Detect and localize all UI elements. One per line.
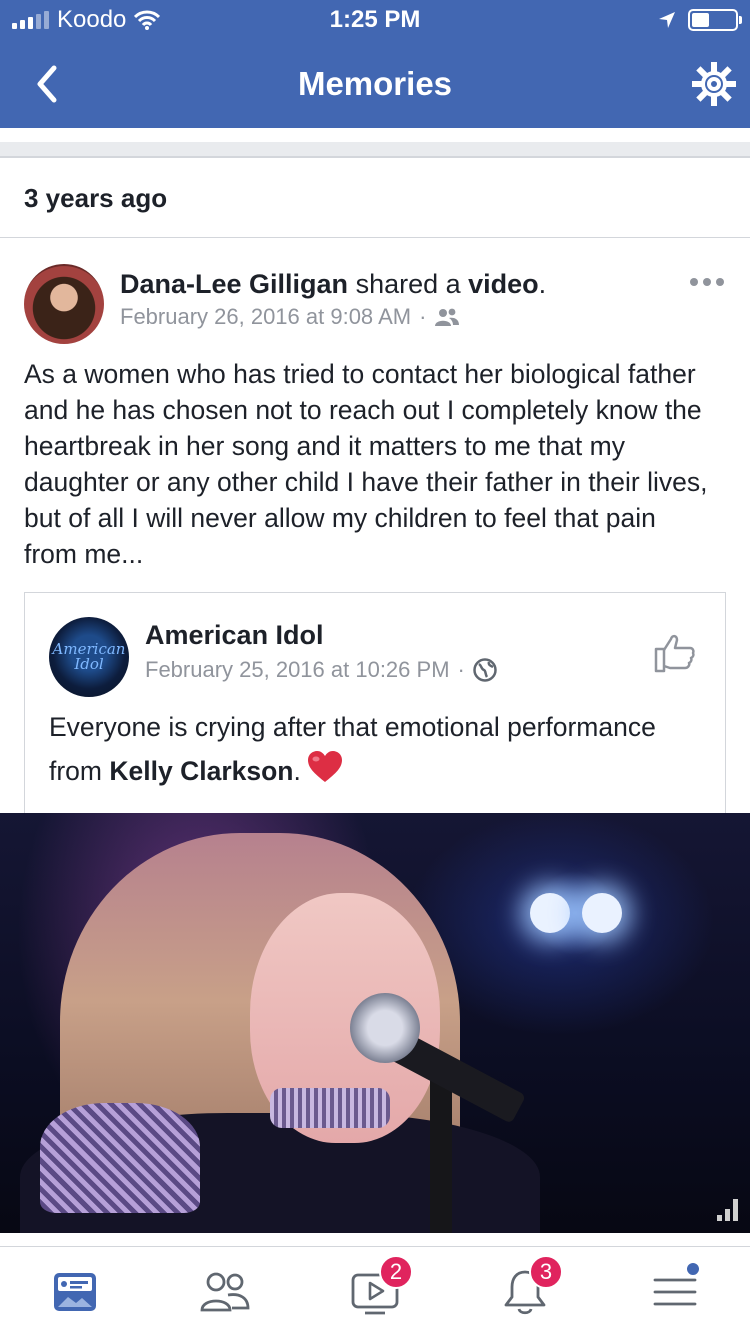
heart-emoji-icon: [307, 751, 342, 782]
avatar[interactable]: [24, 264, 104, 344]
stage-light: [582, 893, 622, 933]
post-body: As a women who has tried to contact her …: [24, 359, 708, 569]
shared-text-after: .: [293, 756, 301, 786]
meta-separator: ·: [419, 304, 427, 329]
stage-light: [530, 893, 570, 933]
video-player[interactable]: [0, 813, 750, 1233]
memories-screen: Koodo 1:25 PM Memories 3 years ago Dana-…: [0, 0, 750, 1334]
post-headline: Dana-Lee Gilligan shared a video.: [120, 268, 680, 300]
shared-page-name[interactable]: American Idol: [145, 619, 625, 651]
shared-post-card[interactable]: American Idol American Idol February 25,…: [24, 592, 726, 814]
more-options-icon[interactable]: [690, 276, 726, 288]
tab-menu[interactable]: [645, 1261, 705, 1319]
news-feed-icon: [54, 1273, 96, 1311]
author-name[interactable]: Dana-Lee Gilligan: [120, 269, 348, 299]
menu-icon: [653, 1278, 697, 1306]
post-action-suffix: .: [538, 269, 547, 299]
section-heading: 3 years ago: [0, 158, 750, 238]
tab-news-feed[interactable]: [45, 1265, 105, 1319]
video-subject-necklace: [270, 1088, 390, 1128]
post-timestamp[interactable]: February 26, 2016 at 9:08 AM: [120, 304, 411, 330]
nav-bar: Memories: [0, 40, 750, 128]
notifications-badge: 3: [529, 1255, 563, 1289]
tab-notifications[interactable]: 3: [495, 1255, 563, 1319]
friends-icon: [200, 1272, 250, 1312]
tab-watch[interactable]: 2: [345, 1255, 413, 1319]
thumbs-up-icon[interactable]: [653, 631, 697, 675]
page-title: Memories: [297, 65, 453, 102]
watch-badge: 2: [379, 1255, 413, 1289]
shared-post-meta: February 25, 2016 at 10:26 PM ·: [145, 657, 625, 683]
mention-link[interactable]: Kelly Clarkson: [109, 756, 293, 786]
status-right: [658, 0, 742, 40]
globe-icon: [473, 658, 497, 682]
video-loading-icon: [717, 1199, 738, 1221]
shared-post-timestamp[interactable]: February 25, 2016 at 10:26 PM: [145, 657, 450, 683]
shared-post-header: American Idol February 25, 2016 at 10:26…: [145, 619, 625, 683]
battery-icon: [688, 9, 742, 31]
video-subject-shoulder: [40, 1103, 200, 1213]
post-header: Dana-Lee Gilligan shared a video. Februa…: [120, 268, 680, 330]
status-time: 1:25 PM: [329, 6, 421, 33]
shared-post-text: Everyone is crying after that emotional …: [49, 705, 699, 793]
post-meta: February 26, 2016 at 9:08 AM ·: [120, 304, 680, 330]
location-arrow-icon: [659, 12, 675, 28]
meta-separator: ·: [457, 657, 465, 682]
top-bar: Koodo 1:25 PM Memories: [0, 0, 750, 128]
bottom-tab-bar: 2 3: [0, 1246, 750, 1334]
friends-icon: [435, 308, 460, 326]
post-action-text: shared a: [348, 269, 469, 299]
tab-friends[interactable]: [195, 1265, 255, 1319]
divider: [0, 128, 750, 158]
status-bar: Koodo 1:25 PM: [0, 0, 750, 40]
menu-notification-dot: [685, 1261, 701, 1277]
american-idol-logo[interactable]: American Idol: [49, 617, 129, 697]
microphone: [350, 993, 420, 1063]
gear-icon[interactable]: [692, 62, 736, 106]
post-object-link[interactable]: video: [468, 269, 539, 299]
